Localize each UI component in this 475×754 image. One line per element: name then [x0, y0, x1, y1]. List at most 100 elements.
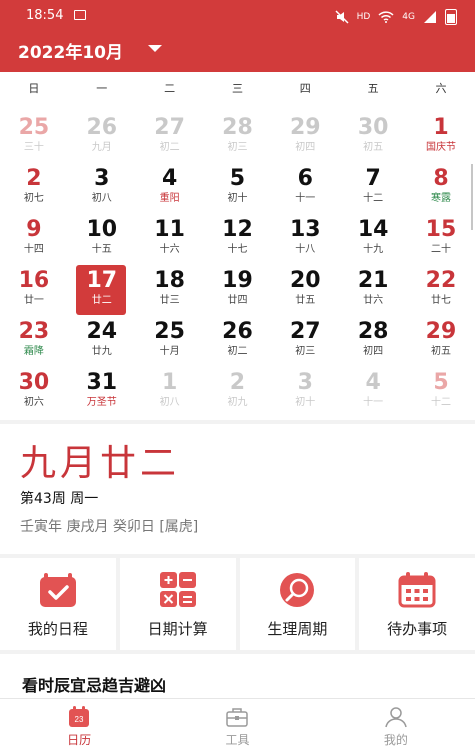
day-lunar: 初七 [23, 193, 44, 204]
weekday-label: 五 [367, 82, 379, 95]
calendar-day[interactable]: 10 十五 [68, 214, 136, 265]
calendar-day[interactable]: 3 初八 [68, 163, 136, 214]
calendar-day[interactable]: 29 初五 [407, 316, 475, 367]
calendar-day[interactable]: 5 初十 [204, 163, 272, 214]
month-selector[interactable]: 2022年10月 [18, 38, 123, 63]
day-number: 3 [94, 166, 110, 191]
calendar-day[interactable]: 2 初七 [0, 163, 68, 214]
calendar-day[interactable]: 30 初六 [0, 367, 68, 418]
calendar-day[interactable]: 13 十八 [271, 214, 339, 265]
day-detail-panel: 九月廿二 第43周 周一 壬寅年 庚戌月 癸卯日 [属虎] [0, 424, 475, 554]
period-tracker-button[interactable]: 生理周期 [239, 558, 356, 650]
calendar-day[interactable]: 26 九月 [68, 112, 136, 163]
calendar-day[interactable]: 29 初四 [271, 112, 339, 163]
calendar-day[interactable]: 4 十一 [339, 367, 407, 418]
ganzhi-info: 壬寅年 庚戌月 癸卯日 [属虎] [20, 519, 199, 535]
calendar-day[interactable]: 28 初三 [204, 112, 272, 163]
calendar-day[interactable]: 9 十四 [0, 214, 68, 265]
wifi-icon [378, 11, 394, 23]
calendar-day[interactable]: 31 万圣节 [68, 367, 136, 418]
lunar-date: 九月廿二 [20, 443, 181, 484]
calendar-day[interactable]: 24 廿九 [68, 316, 136, 367]
calendar-day[interactable]: 1 初八 [136, 367, 204, 418]
bottom-nav: 23 日历 工具 我的 [0, 698, 475, 754]
nav-calendar[interactable]: 23 日历 [0, 699, 158, 754]
calendar-day[interactable]: 5 十二 [407, 367, 475, 418]
day-lunar: 廿四 [227, 295, 248, 306]
day-lunar: 初五 [430, 346, 451, 357]
day-holiday: 国庆节 [425, 142, 456, 153]
day-lunar: 十一 [363, 397, 384, 408]
todo-button[interactable]: 待办事项 [359, 558, 475, 650]
calendar-day[interactable]: 27 初二 [136, 112, 204, 163]
calendar-day[interactable]: 11 十六 [136, 214, 204, 265]
day-number: 1 [433, 115, 449, 140]
calendar-day[interactable]: 8 寒露 [407, 163, 475, 214]
day-lunar: 廿六 [363, 295, 384, 306]
tip-title: 看时辰宜忌趋吉避凶 [22, 676, 167, 695]
calendar-day[interactable]: 23 霜降 [0, 316, 68, 367]
calendar-day[interactable]: 7 十二 [339, 163, 407, 214]
calendar-day[interactable]: 30 初五 [339, 112, 407, 163]
nav-label: 工具 [225, 733, 250, 747]
nav-profile[interactable]: 我的 [317, 699, 475, 754]
calendar-day[interactable]: 27 初三 [271, 316, 339, 367]
day-number: 2 [26, 166, 42, 191]
day-holiday: 万圣节 [86, 397, 117, 408]
calendar-day[interactable]: 26 初二 [204, 316, 272, 367]
tool-shortcuts: 我的日程 日期计算 生理周期 待办事项 [0, 558, 475, 650]
day-lunar: 廿三 [159, 295, 180, 306]
day-lunar: 十月 [159, 346, 180, 357]
image-notification-icon [74, 10, 86, 20]
day-holiday: 重阳 [159, 193, 180, 204]
calendar-day[interactable]: 18 廿三 [136, 265, 204, 316]
day-number: 22 [425, 268, 457, 293]
day-number: 27 [154, 115, 185, 140]
day-number: 29 [425, 319, 457, 344]
user-icon [385, 707, 407, 728]
day-number: 6 [297, 166, 313, 191]
calendar-day[interactable]: 19 廿四 [204, 265, 272, 316]
calendar-day[interactable]: 2 初九 [204, 367, 272, 418]
auspicious-tip-panel[interactable]: 看时辰宜忌趋吉避凶 [0, 654, 475, 698]
my-schedule-button[interactable]: 我的日程 [0, 558, 116, 650]
tool-label: 我的日程 [27, 620, 88, 638]
calendar-day[interactable]: 1 国庆节 [407, 112, 475, 163]
calendar-day[interactable]: 25 十月 [136, 316, 204, 367]
date-calc-button[interactable]: 日期计算 [119, 558, 236, 650]
day-number: 15 [425, 217, 457, 242]
status-indicators: HD 4G [335, 9, 457, 25]
day-number: 13 [289, 217, 321, 242]
day-lunar: 十八 [295, 244, 316, 255]
calendar-day-selected[interactable]: 17 廿二 [68, 265, 136, 316]
calendar-day[interactable]: 6 十一 [271, 163, 339, 214]
calendar-day[interactable]: 20 廿五 [271, 265, 339, 316]
day-number: 30 [357, 115, 389, 140]
day-number: 11 [154, 217, 185, 242]
chevron-down-icon[interactable] [148, 45, 162, 52]
calendar-day[interactable]: 25 三十 [0, 112, 68, 163]
calendar-day[interactable]: 22 廿七 [407, 265, 475, 316]
calendar-day[interactable]: 16 廿一 [0, 265, 68, 316]
day-lunar: 廿七 [430, 295, 451, 306]
calendar-day[interactable]: 4 重阳 [136, 163, 204, 214]
calendar-day[interactable]: 28 初四 [339, 316, 407, 367]
calendar-day[interactable]: 12 十七 [204, 214, 272, 265]
weekday-label: 一 [96, 82, 108, 95]
day-lunar: 十一 [295, 193, 316, 204]
calendar-day[interactable]: 15 二十 [407, 214, 475, 265]
weekday-header: 日 一 二 三 四 五 六 [0, 80, 475, 100]
calendar-day[interactable]: 3 初十 [271, 367, 339, 418]
nav-tools[interactable]: 工具 [158, 699, 316, 754]
weekday-label: 二 [164, 82, 176, 95]
day-number: 19 [222, 268, 253, 293]
day-lunar: 初十 [295, 397, 316, 408]
calendar-day[interactable]: 21 廿六 [339, 265, 407, 316]
signal-icon [424, 11, 436, 23]
toolbox-icon [226, 708, 249, 727]
day-number: 27 [289, 319, 321, 344]
scroll-indicator[interactable] [471, 164, 473, 230]
calendar-day[interactable]: 14 十九 [339, 214, 407, 265]
weekday-label: 日 [28, 82, 40, 95]
day-lunar: 三十 [23, 142, 44, 153]
